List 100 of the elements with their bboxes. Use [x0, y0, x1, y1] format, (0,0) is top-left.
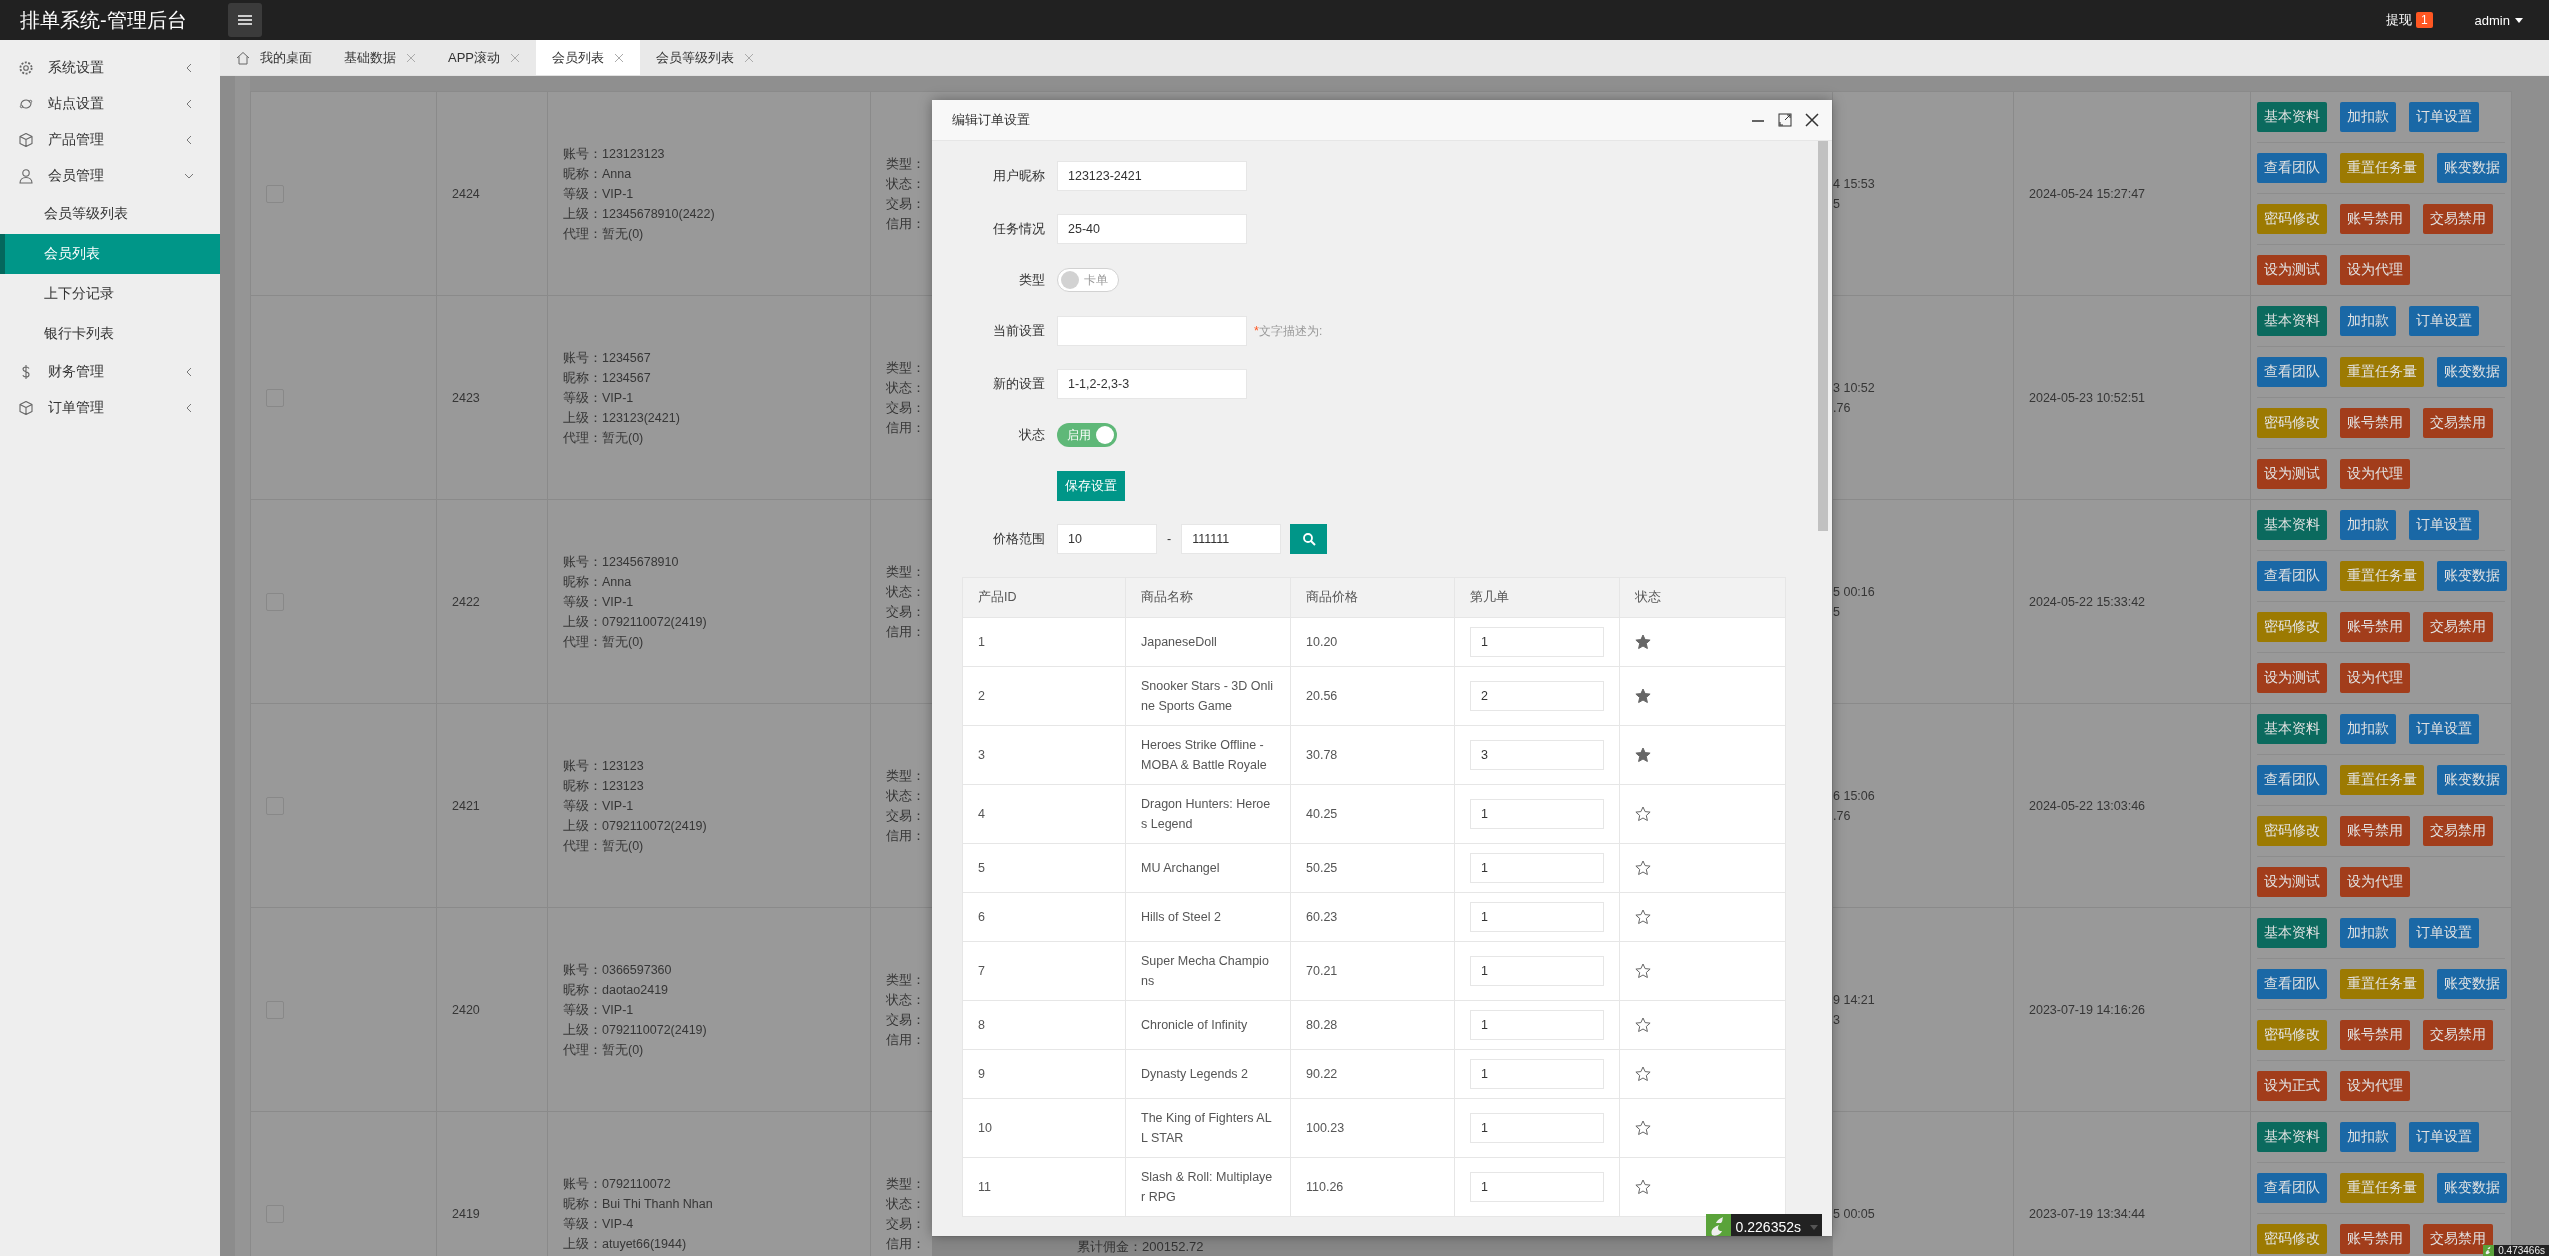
action-button[interactable]: 订单设置 [2409, 306, 2479, 336]
nav-subitem[interactable]: 会员等级列表 [0, 194, 220, 234]
action-button[interactable]: 密码修改 [2257, 204, 2327, 234]
action-button[interactable]: 设为正式 [2257, 1071, 2327, 1101]
order-input[interactable]: 1 [1470, 902, 1604, 932]
input-field[interactable]: 25-40 [1057, 214, 1247, 244]
order-input[interactable]: 2 [1470, 681, 1604, 711]
action-button[interactable]: 交易禁用 [2423, 1224, 2493, 1254]
star-icon[interactable] [1635, 909, 1651, 925]
star-icon[interactable] [1635, 634, 1651, 650]
star-icon[interactable] [1635, 806, 1651, 822]
action-button[interactable]: 订单设置 [2409, 1122, 2479, 1152]
order-input[interactable]: 1 [1470, 956, 1604, 986]
action-button[interactable]: 订单设置 [2409, 918, 2479, 948]
star-icon[interactable] [1635, 860, 1651, 876]
nav-item[interactable]: 站点设置 [0, 86, 220, 122]
order-input[interactable]: 1 [1470, 1059, 1604, 1089]
action-button[interactable]: 基本资料 [2257, 1122, 2327, 1152]
action-button[interactable]: 账号禁用 [2340, 1224, 2410, 1254]
action-button[interactable]: 查看团队 [2257, 357, 2327, 387]
action-button[interactable]: 加扣款 [2340, 918, 2396, 948]
action-button[interactable]: 加扣款 [2340, 306, 2396, 336]
search-button[interactable] [1290, 524, 1328, 554]
action-button[interactable]: 账变数据 [2437, 357, 2507, 387]
order-input[interactable]: 3 [1470, 740, 1604, 770]
maximize-icon[interactable] [1778, 113, 1792, 127]
nav-subitem[interactable]: 会员列表 [0, 234, 220, 274]
order-input[interactable]: 1 [1470, 1172, 1604, 1202]
action-button[interactable]: 加扣款 [2340, 714, 2396, 744]
action-button[interactable]: 订单设置 [2409, 714, 2479, 744]
action-button[interactable]: 密码修改 [2257, 1020, 2327, 1050]
order-input[interactable]: 1 [1470, 799, 1604, 829]
order-input[interactable]: 1 [1470, 627, 1604, 657]
action-button[interactable]: 基本资料 [2257, 918, 2327, 948]
action-button[interactable]: 查看团队 [2257, 153, 2327, 183]
action-button[interactable]: 设为代理 [2340, 867, 2410, 897]
action-button[interactable]: 加扣款 [2340, 1122, 2396, 1152]
save-button[interactable]: 保存设置 [1057, 471, 1125, 501]
nav-subitem[interactable]: 银行卡列表 [0, 314, 220, 354]
action-button[interactable]: 加扣款 [2340, 510, 2396, 540]
action-button[interactable]: 重置任务量 [2340, 357, 2424, 387]
action-button[interactable]: 账变数据 [2437, 765, 2507, 795]
nav-item[interactable]: 会员管理 [0, 158, 220, 194]
star-icon[interactable] [1635, 1066, 1651, 1082]
nav-subitem[interactable]: 上下分记录 [0, 274, 220, 314]
action-button[interactable]: 基本资料 [2257, 102, 2327, 132]
action-button[interactable]: 查看团队 [2257, 1173, 2327, 1203]
input-field[interactable]: 1-1,2-2,3-3 [1057, 369, 1247, 399]
withdraw-link[interactable]: 提现 [2385, 11, 2412, 29]
star-icon[interactable] [1635, 1179, 1651, 1195]
action-button[interactable]: 设为代理 [2340, 663, 2410, 693]
close-icon[interactable] [1805, 113, 1819, 127]
action-button[interactable]: 基本资料 [2257, 510, 2327, 540]
action-button[interactable]: 密码修改 [2257, 408, 2327, 438]
action-button[interactable]: 账号禁用 [2340, 816, 2410, 846]
action-button[interactable]: 订单设置 [2409, 102, 2479, 132]
input-field[interactable]: 10 [1057, 524, 1157, 554]
scrollbar[interactable] [1816, 141, 1830, 1236]
action-button[interactable]: 交易禁用 [2423, 408, 2493, 438]
star-icon[interactable] [1635, 688, 1651, 704]
action-button[interactable]: 账号禁用 [2340, 408, 2410, 438]
action-button[interactable]: 交易禁用 [2423, 816, 2493, 846]
action-button[interactable]: 密码修改 [2257, 816, 2327, 846]
action-button[interactable]: 重置任务量 [2340, 1173, 2424, 1203]
nav-item[interactable]: 产品管理 [0, 122, 220, 158]
action-button[interactable]: 交易禁用 [2423, 612, 2493, 642]
action-button[interactable]: 设为代理 [2340, 1071, 2410, 1101]
action-button[interactable]: 重置任务量 [2340, 969, 2424, 999]
menu-button[interactable] [228, 3, 262, 37]
order-input[interactable]: 1 [1470, 853, 1604, 883]
tab[interactable]: 会员等级列表 [640, 40, 770, 75]
user-menu[interactable]: admin [2474, 3, 2523, 37]
input-field[interactable] [1057, 316, 1247, 346]
action-button[interactable]: 查看团队 [2257, 561, 2327, 591]
action-button[interactable]: 查看团队 [2257, 765, 2327, 795]
input-field[interactable]: 123123-2421 [1057, 161, 1247, 191]
action-button[interactable]: 设为测试 [2257, 663, 2327, 693]
action-button[interactable]: 设为代理 [2340, 459, 2410, 489]
star-icon[interactable] [1635, 963, 1651, 979]
tab[interactable]: APP滚动 [432, 40, 536, 75]
star-icon[interactable] [1635, 1120, 1651, 1136]
action-button[interactable]: 密码修改 [2257, 1224, 2327, 1254]
action-button[interactable]: 账变数据 [2437, 561, 2507, 591]
action-button[interactable]: 账变数据 [2437, 969, 2507, 999]
action-button[interactable]: 账变数据 [2437, 153, 2507, 183]
action-button[interactable]: 设为测试 [2257, 459, 2327, 489]
nav-item[interactable]: 财务管理 [0, 354, 220, 390]
action-button[interactable]: 重置任务量 [2340, 561, 2424, 591]
tab[interactable]: 我的桌面 [220, 40, 328, 75]
action-button[interactable]: 账号禁用 [2340, 612, 2410, 642]
action-button[interactable]: 设为代理 [2340, 255, 2410, 285]
tab[interactable]: 会员列表 [536, 40, 640, 75]
action-button[interactable]: 设为测试 [2257, 255, 2327, 285]
action-button[interactable]: 密码修改 [2257, 612, 2327, 642]
input-field[interactable]: 111111 [1181, 524, 1282, 554]
star-icon[interactable] [1635, 747, 1651, 763]
star-icon[interactable] [1635, 1017, 1651, 1033]
action-button[interactable]: 查看团队 [2257, 969, 2327, 999]
toggle-switch[interactable]: 卡单 [1057, 268, 1119, 292]
order-input[interactable]: 1 [1470, 1113, 1604, 1143]
